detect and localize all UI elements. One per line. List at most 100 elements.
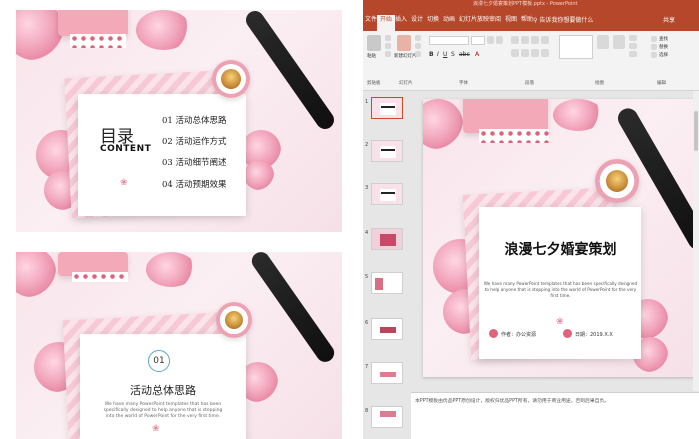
increase-indent-icon[interactable] (541, 36, 549, 44)
group-clipboard: 剪贴板 (367, 81, 381, 86)
slide-number: 3 (365, 185, 369, 191)
lotus-icon: ❀ (556, 317, 564, 327)
slide-number: 8 (365, 408, 369, 414)
shadow-icon[interactable]: S (451, 51, 455, 58)
preview-slide-toc[interactable]: 目录 CONTENT 01 活动总体思路 02 活动运作方式 03 活动细节阐述… (16, 10, 342, 232)
slide-thumbnail-2[interactable] (371, 140, 403, 162)
slide-editing-area: 浪漫七夕婚宴策划 We have many PowerPoint templat… (411, 91, 699, 391)
grow-font-icon[interactable] (487, 36, 494, 44)
tea-cup-plate (212, 60, 250, 98)
share-button[interactable]: 共享 (663, 15, 675, 24)
font-name-select[interactable] (429, 36, 469, 45)
vertical-scrollbar[interactable] (693, 91, 699, 391)
preview-slide-section[interactable]: 01 活动总体思路 We have many PowerPoint templa… (16, 252, 342, 439)
italic-icon[interactable]: I (437, 51, 439, 58)
underline-icon[interactable]: U (443, 51, 447, 58)
tab-design[interactable]: 设计 (411, 15, 423, 25)
cut-icon[interactable] (385, 35, 391, 41)
toc-subtitle: CONTENT (100, 144, 152, 154)
group-drawing: 绘图 (595, 81, 604, 86)
author-icon (489, 329, 498, 338)
new-slide-icon[interactable] (397, 35, 411, 51)
align-left-icon[interactable] (511, 49, 519, 57)
tab-transitions[interactable]: 切换 (427, 15, 439, 25)
shape-effects-icon[interactable] (629, 51, 637, 57)
slide-number: 4 (365, 230, 369, 236)
slide-thumbnail-4[interactable] (371, 228, 403, 250)
toc-item: 04 活动预期效果 (162, 180, 227, 190)
toc-item: 02 活动运作方式 (162, 137, 227, 147)
slide-thumbnail-3[interactable] (371, 183, 403, 205)
scroll-thumb[interactable] (694, 111, 698, 151)
toc-item: 01 活动总体思路 (162, 116, 227, 126)
shape-outline-icon[interactable] (629, 43, 637, 49)
replace-icon[interactable] (651, 44, 657, 50)
copy-icon[interactable] (385, 43, 391, 49)
slide-title[interactable]: 浪漫七夕婚宴策划 (483, 239, 638, 259)
bullets-icon[interactable] (511, 36, 519, 44)
toc-card (78, 94, 246, 216)
tab-animations[interactable]: 动画 (443, 15, 455, 25)
font-color-icon[interactable]: A (475, 51, 479, 58)
flower-decoration (16, 10, 64, 60)
slide-thumbnail-8[interactable] (371, 406, 403, 428)
window-title: 浪漫七夕婚宴策划PPT模板.pptx - PowerPoint (473, 1, 578, 7)
justify-icon[interactable] (541, 49, 549, 57)
tab-insert[interactable]: 插入 (395, 15, 407, 25)
tab-view[interactable]: 视图 (505, 15, 517, 25)
decrease-indent-icon[interactable] (531, 36, 539, 44)
replace-label[interactable]: 替换 (659, 44, 668, 50)
slide-thumbnail-6[interactable] (371, 318, 403, 340)
paste-label: 粘贴 (367, 54, 376, 59)
date-text[interactable]: 日期：2019.X.X (575, 331, 613, 338)
notes-pane[interactable]: 本PPT模板由优品PPT原创设计，版权归优品PPT所有，请勿用于商业用途，否则后… (411, 392, 699, 439)
arrange-icon[interactable] (597, 35, 609, 49)
find-icon[interactable] (651, 36, 657, 42)
section-icon[interactable] (415, 51, 421, 57)
flower-decoration (136, 10, 191, 50)
flower-decoration (423, 99, 463, 149)
font-size-select[interactable] (471, 36, 485, 45)
align-right-icon[interactable] (531, 49, 539, 57)
slide-number: 5 (365, 274, 369, 280)
gift-box (463, 99, 548, 133)
tea-cup-plate (595, 159, 639, 203)
align-center-icon[interactable] (521, 49, 529, 57)
strikethrough-icon[interactable]: abc (459, 51, 470, 58)
tab-file[interactable]: 文件 (365, 15, 377, 25)
shapes-gallery[interactable] (559, 35, 593, 59)
slide-thumbnail-7[interactable] (371, 362, 403, 384)
select-icon[interactable] (651, 52, 657, 58)
toc-item: 03 活动细节阐述 (162, 158, 227, 168)
slide-thumbnail-5[interactable] (371, 272, 403, 294)
reset-icon[interactable] (415, 43, 421, 49)
shrink-font-icon[interactable] (496, 36, 503, 44)
tell-me-search[interactable]: ⚲ 告诉我你想要做什么 (533, 15, 593, 24)
numbering-icon[interactable] (521, 36, 529, 44)
flower-decoration (16, 252, 56, 297)
black-ribbon (248, 252, 338, 366)
format-painter-icon[interactable] (385, 51, 391, 57)
quick-styles-icon[interactable] (613, 35, 625, 49)
bold-icon[interactable]: B (429, 51, 434, 58)
slide-thumbnail-1[interactable] (371, 97, 403, 119)
select-label[interactable]: 选择 (659, 52, 668, 58)
find-label[interactable]: 查找 (659, 36, 668, 42)
group-slides: 幻灯片 (399, 81, 413, 86)
slide-description[interactable]: We have many PowerPoint templates that h… (483, 281, 638, 299)
tab-review[interactable]: 审阅 (489, 15, 501, 25)
dotted-ribbon (72, 272, 128, 282)
tab-home[interactable]: 开始 (377, 15, 396, 31)
paste-icon[interactable] (367, 35, 381, 51)
current-slide[interactable]: 浪漫七夕婚宴策划 We have many PowerPoint templat… (423, 99, 695, 377)
shape-fill-icon[interactable] (629, 35, 637, 41)
lotus-icon: ❀ (152, 424, 160, 434)
author-text[interactable]: 作者：办公资源 (501, 331, 536, 338)
tab-slideshow[interactable]: 幻灯片放映 (459, 15, 489, 25)
black-ribbon (242, 10, 338, 133)
tab-help[interactable]: 帮助 (521, 15, 533, 25)
layout-icon[interactable] (415, 35, 421, 41)
slide-number: 2 (365, 142, 369, 148)
notes-text: 本PPT模板由优品PPT原创设计，版权归优品PPT所有，请勿用于商业用途，否则后… (415, 399, 610, 404)
flower-decoration (146, 252, 196, 287)
